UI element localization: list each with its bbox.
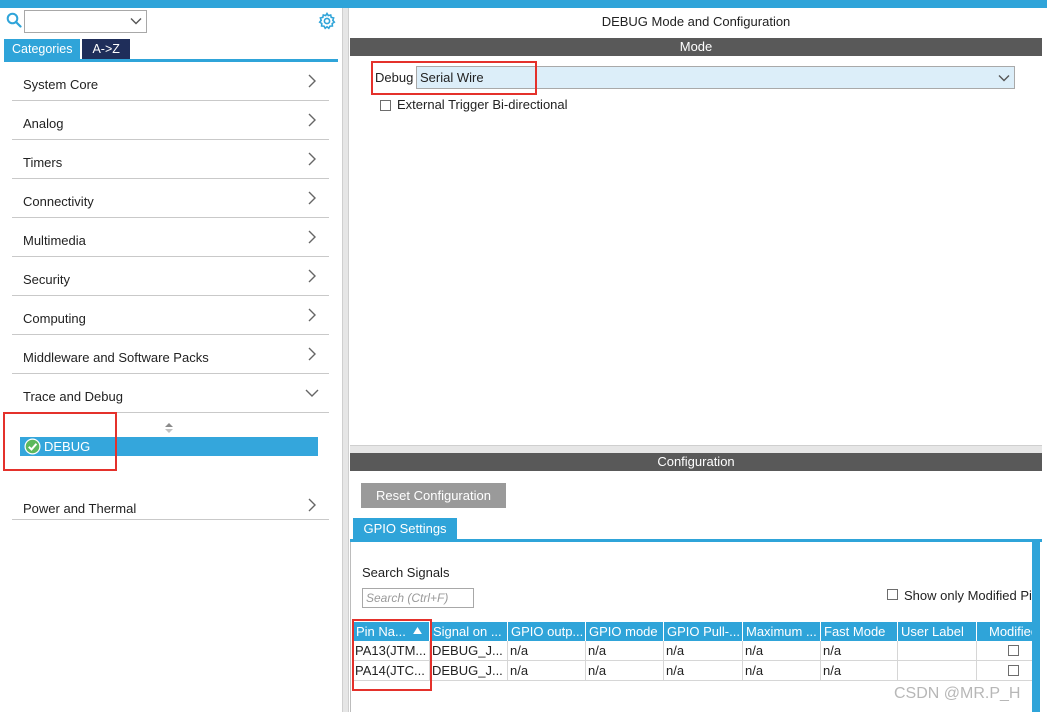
sidebar-item-computing[interactable]: Computing [12,296,329,335]
cell-gpio-mode: n/a [586,661,664,680]
cell-gpio-mode: n/a [586,641,664,660]
cell-maximum: n/a [743,641,821,660]
debug-mode-select[interactable]: Serial Wire [416,66,1015,89]
chevron-right-icon [308,113,316,127]
chevron-right-icon [308,269,316,283]
chevron-right-icon [308,152,316,166]
column-header-gpio-output[interactable]: GPIO outp... [508,622,586,641]
chevron-right-icon [308,74,316,88]
sidebar: Categories A->Z System Core Analog Timer… [0,8,342,712]
column-header-user-label[interactable]: User Label [898,622,977,641]
column-header-gpio-mode[interactable]: GPIO mode [586,622,664,641]
sort-ascending-icon [413,627,422,634]
watermark: CSDN @MR.P_H [894,685,1021,702]
sort-arrows-icon[interactable] [164,422,174,434]
gpio-table: Pin Na... Signal on ... GPIO outp... GPI… [353,622,1033,681]
gear-icon[interactable] [318,12,336,30]
debug-mode-value: Serial Wire [420,70,484,85]
sidebar-item-label: Timers [23,155,63,170]
debug-mode-label: Debug [375,70,414,85]
chevron-right-icon [308,230,316,244]
sidebar-item-label: Security [23,272,70,287]
column-header-signal[interactable]: Signal on ... [430,622,508,641]
column-header-modified[interactable]: Modified [977,622,1033,641]
mode-header: Mode [350,38,1042,56]
panel-splitter[interactable] [350,445,1042,453]
cell-fast-mode: n/a [821,641,898,660]
check-circle-icon [24,438,41,455]
chevron-right-icon [308,347,316,361]
modified-checkbox[interactable] [1008,665,1019,676]
sidebar-item-system-core[interactable]: System Core [12,62,329,101]
tab-gpio-settings[interactable]: GPIO Settings [353,518,457,539]
search-signals-label: Search Signals [362,565,450,580]
category-search-combo[interactable] [24,10,147,33]
sidebar-item-label: DEBUG [44,439,91,454]
sidebar-item-multimedia[interactable]: Multimedia [12,218,329,257]
main-panel: DEBUG Mode and Configuration Mode Debug … [350,8,1047,712]
search-signals-input[interactable]: Search (Ctrl+F) [362,588,474,608]
page-title: DEBUG Mode and Configuration [601,14,791,29]
column-header-maximum[interactable]: Maximum ... [743,622,821,641]
cell-gpio-pull: n/a [664,661,743,680]
chevron-right-icon [308,498,316,512]
cell-fast-mode: n/a [821,661,898,680]
tab-categories[interactable]: Categories [4,39,81,59]
sidebar-item-timers[interactable]: Timers [12,140,329,179]
cell-modified [977,641,1033,660]
cell-modified [977,661,1033,680]
sidebar-item-label: Connectivity [23,194,94,209]
sidebar-item-label: Analog [23,116,64,131]
modified-checkbox[interactable] [1008,645,1019,656]
sidebar-item-label: Trace and Debug [23,389,123,404]
show-modified-label: Show only Modified Pi [904,588,1032,603]
sidebar-item-middleware[interactable]: Middleware and Software Packs [12,335,329,374]
vertical-scrollbar[interactable] [1032,542,1040,712]
table-row[interactable]: PA14(JTC... DEBUG_J... n/a n/a n/a n/a n… [353,661,1033,681]
cell-user-label[interactable] [898,661,977,680]
tab-a-to-z[interactable]: A->Z [82,39,130,59]
sidebar-item-power-and-thermal[interactable]: Power and Thermal [12,481,329,520]
cell-pin-name: PA14(JTC... [353,661,430,680]
column-header-fast-mode[interactable]: Fast Mode [821,622,898,641]
chevron-right-icon [308,191,316,205]
top-accent-strip [0,0,1047,8]
cell-maximum: n/a [743,661,821,680]
table-row[interactable]: PA13(JTM... DEBUG_J... n/a n/a n/a n/a n… [353,641,1033,661]
cell-pin-name: PA13(JTM... [353,641,430,660]
configuration-header: Configuration [350,453,1042,471]
sidebar-item-label: Multimedia [23,233,86,248]
column-header-gpio-pull[interactable]: GPIO Pull-... [664,622,743,641]
chevron-down-icon[interactable] [998,72,1010,84]
category-list: System Core Analog Timers Connectivity M… [12,62,329,413]
reset-configuration-button[interactable]: Reset Configuration [361,483,506,508]
sidebar-item-security[interactable]: Security [12,257,329,296]
sidebar-tabs: Categories A->Z [4,39,130,59]
show-modified-checkbox[interactable] [887,589,898,600]
sidebar-item-connectivity[interactable]: Connectivity [12,179,329,218]
sidebar-item-analog[interactable]: Analog [12,101,329,140]
sidebar-item-label: System Core [23,77,99,92]
sidebar-item-label: Power and Thermal [23,501,137,516]
table-header: Pin Na... Signal on ... GPIO outp... GPI… [353,622,1033,641]
chevron-right-icon [308,308,316,322]
cell-gpio-output: n/a [508,641,586,660]
panel-divider[interactable] [342,8,349,712]
sidebar-item-label: Middleware and Software Packs [23,350,209,365]
chevron-down-icon [305,389,319,397]
chevron-down-icon[interactable] [130,15,142,27]
sidebar-item-debug[interactable]: DEBUG [20,437,318,456]
sidebar-item-trace-and-debug[interactable]: Trace and Debug [12,374,329,413]
external-trigger-label: External Trigger Bi-directional [397,97,568,112]
cell-gpio-pull: n/a [664,641,743,660]
search-icon[interactable] [6,12,22,28]
external-trigger-checkbox[interactable] [380,100,391,111]
cell-signal: DEBUG_J... [430,641,508,660]
cell-signal: DEBUG_J... [430,661,508,680]
cell-gpio-output: n/a [508,661,586,680]
sidebar-item-label: Computing [23,311,86,326]
cell-user-label[interactable] [898,641,977,660]
